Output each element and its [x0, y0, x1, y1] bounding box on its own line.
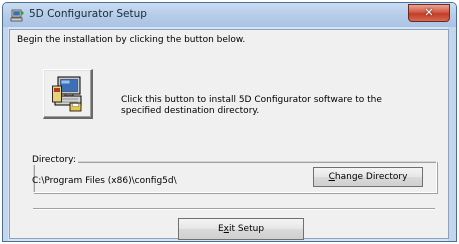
setup-window: 5D Configurator Setup ✕ Begin the instal…: [2, 2, 457, 242]
exit-setup-button[interactable]: Exit Setup: [178, 218, 304, 240]
window-frame-right: [448, 27, 456, 241]
change-directory-label-rest: hange Directory: [334, 172, 408, 182]
setup-computer-icon: [10, 9, 24, 23]
install-description: Click this button to install 5D Configur…: [121, 95, 382, 116]
title-bar[interactable]: 5D Configurator Setup ✕: [3, 3, 456, 27]
change-directory-button[interactable]: Change Directory: [313, 167, 423, 187]
directory-path: C:\Program Files (x86)\config5d\: [32, 176, 177, 186]
exit-setup-label: Exit Setup: [218, 224, 264, 234]
separator-line: [33, 208, 435, 210]
directory-label: Directory:: [30, 155, 78, 165]
exit-setup-label-rest: it Setup: [228, 224, 265, 234]
change-directory-label: Change Directory: [329, 172, 408, 182]
window-title: 5D Configurator Setup: [29, 8, 147, 20]
intro-text: Begin the installation by clicking the b…: [17, 35, 246, 45]
computer-install-icon: [52, 76, 82, 112]
close-icon: ✕: [424, 6, 434, 19]
window-frame-left: [3, 27, 8, 241]
install-button[interactable]: [43, 69, 93, 119]
close-button[interactable]: ✕: [408, 4, 450, 22]
